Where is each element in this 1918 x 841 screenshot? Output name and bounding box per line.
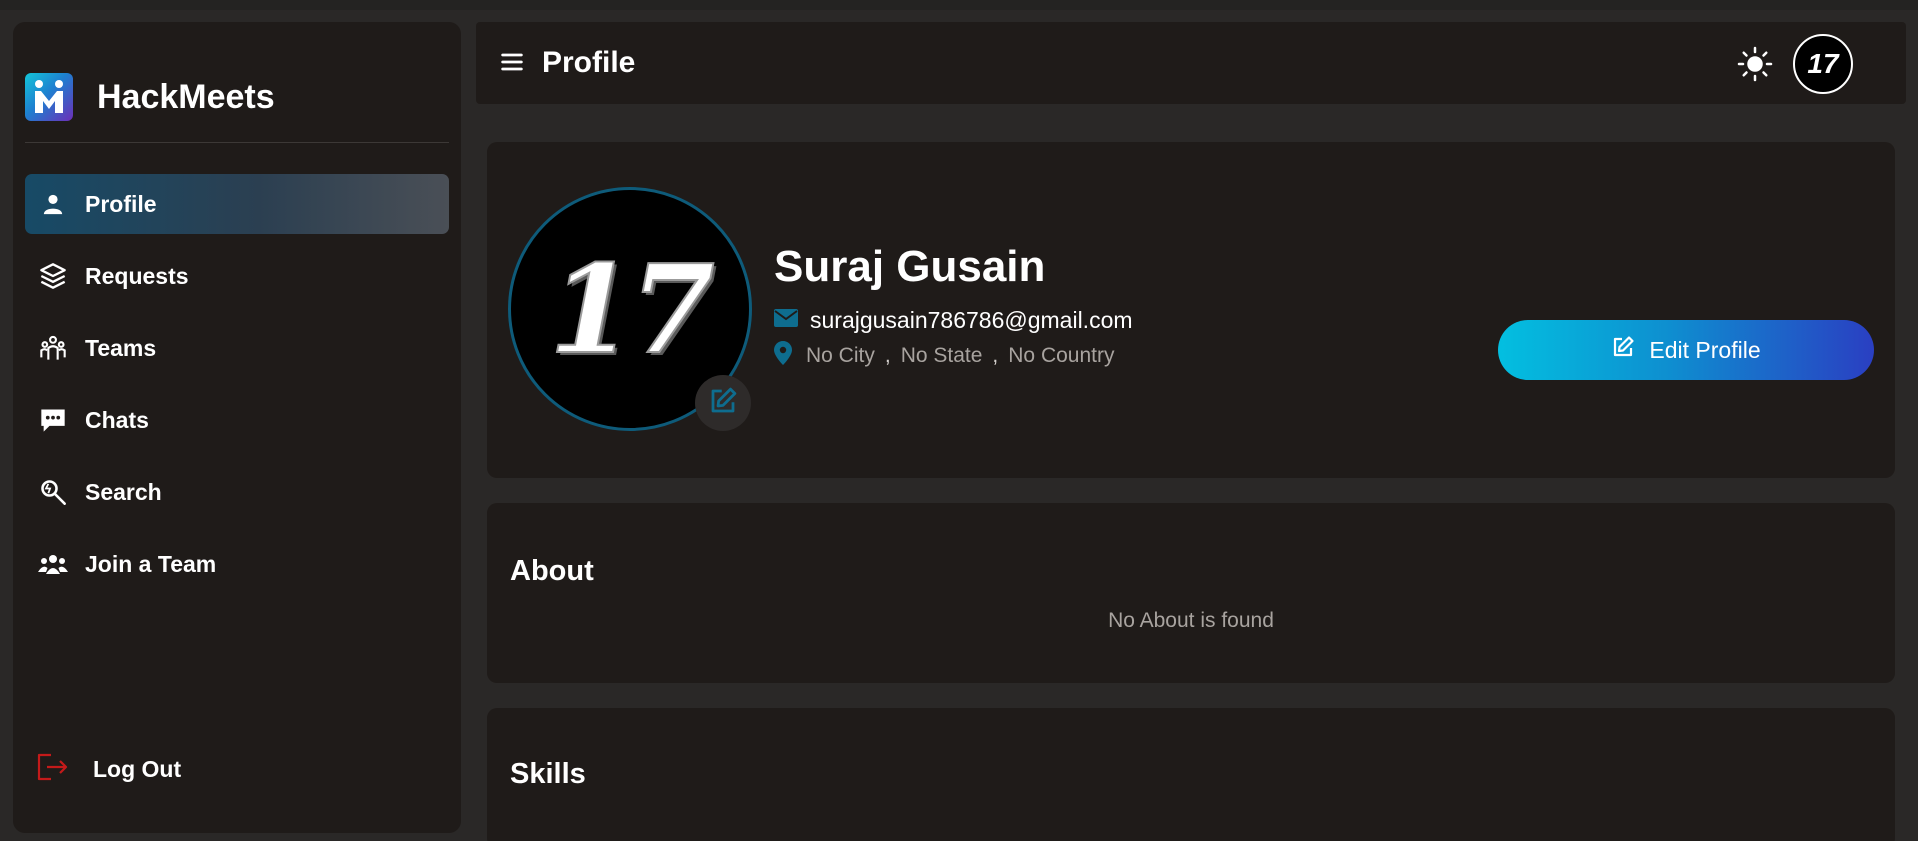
edit-profile-button[interactable]: Edit Profile [1498,320,1874,380]
search-icon [37,476,69,508]
about-title: About [510,555,594,587]
skills-card: Skills [487,708,1895,841]
hackmeets-logo-icon [25,73,73,121]
hamburger-menu-icon[interactable] [498,48,526,76]
city-text: No City [806,344,875,367]
users-icon [37,548,69,580]
location-separator: , [992,344,999,367]
envelope-icon [774,308,798,333]
profile-name: Suraj Gusain [774,242,1046,291]
app-name: HackMeets [97,77,275,116]
theme-toggle-sun-icon[interactable] [1737,46,1773,82]
brand[interactable]: HackMeets [25,72,275,122]
page-title: Profile [542,46,636,79]
logout-label: Log Out [93,755,182,782]
person-icon [37,188,69,220]
brand-divider [25,142,449,143]
map-pin-icon [774,341,792,371]
window-top-strip [0,0,1918,10]
chat-bubble-icon [37,404,69,436]
sidebar-item-label: Join a Team [85,550,217,577]
edit-profile-label: Edit Profile [1649,336,1761,363]
sidebar: HackMeets Profile Requests Teams Chats S… [13,22,461,833]
sidebar-item-requests[interactable]: Requests [25,246,449,306]
location-row: No City , No State , No Country [774,341,1115,371]
layers-icon [37,260,69,292]
edit-icon [1611,335,1635,365]
email-text: surajgusain786786@gmail.com [810,306,1133,333]
sidebar-item-label: Search [85,478,162,505]
location-separator: , [884,344,891,367]
about-empty-text: No About is found [1108,609,1274,632]
country-text: No Country [1008,344,1115,367]
sidebar-item-teams[interactable]: Teams [25,318,449,378]
profile-card: 17 Suraj Gusain surajgusain786786@gmail.… [487,142,1895,478]
sidebar-item-search[interactable]: Search [25,462,449,522]
sidebar-item-label: Teams [85,334,157,361]
logout-icon [35,751,69,788]
avatar-edit-button[interactable] [695,375,751,431]
logout-button[interactable]: Log Out [35,746,181,792]
sidebar-item-label: Requests [85,262,189,289]
sidebar-item-label: Chats [85,406,149,433]
skills-title: Skills [510,758,586,790]
edit-icon [708,386,738,421]
sidebar-nav: Profile Requests Teams Chats Search Join… [25,174,449,606]
sidebar-item-chats[interactable]: Chats [25,390,449,450]
state-text: No State [900,344,983,367]
sidebar-item-label: Profile [85,190,157,217]
sidebar-item-profile[interactable]: Profile [25,174,449,234]
top-header: Profile 17 [476,22,1906,104]
email-row: surajgusain786786@gmail.com [774,306,1133,334]
avatar-number: 17 [548,236,716,382]
about-card: About No About is found [487,503,1895,683]
user-avatar[interactable]: 17 [1793,34,1853,94]
team-icon [37,332,69,364]
sidebar-item-join-a-team[interactable]: Join a Team [25,534,449,594]
